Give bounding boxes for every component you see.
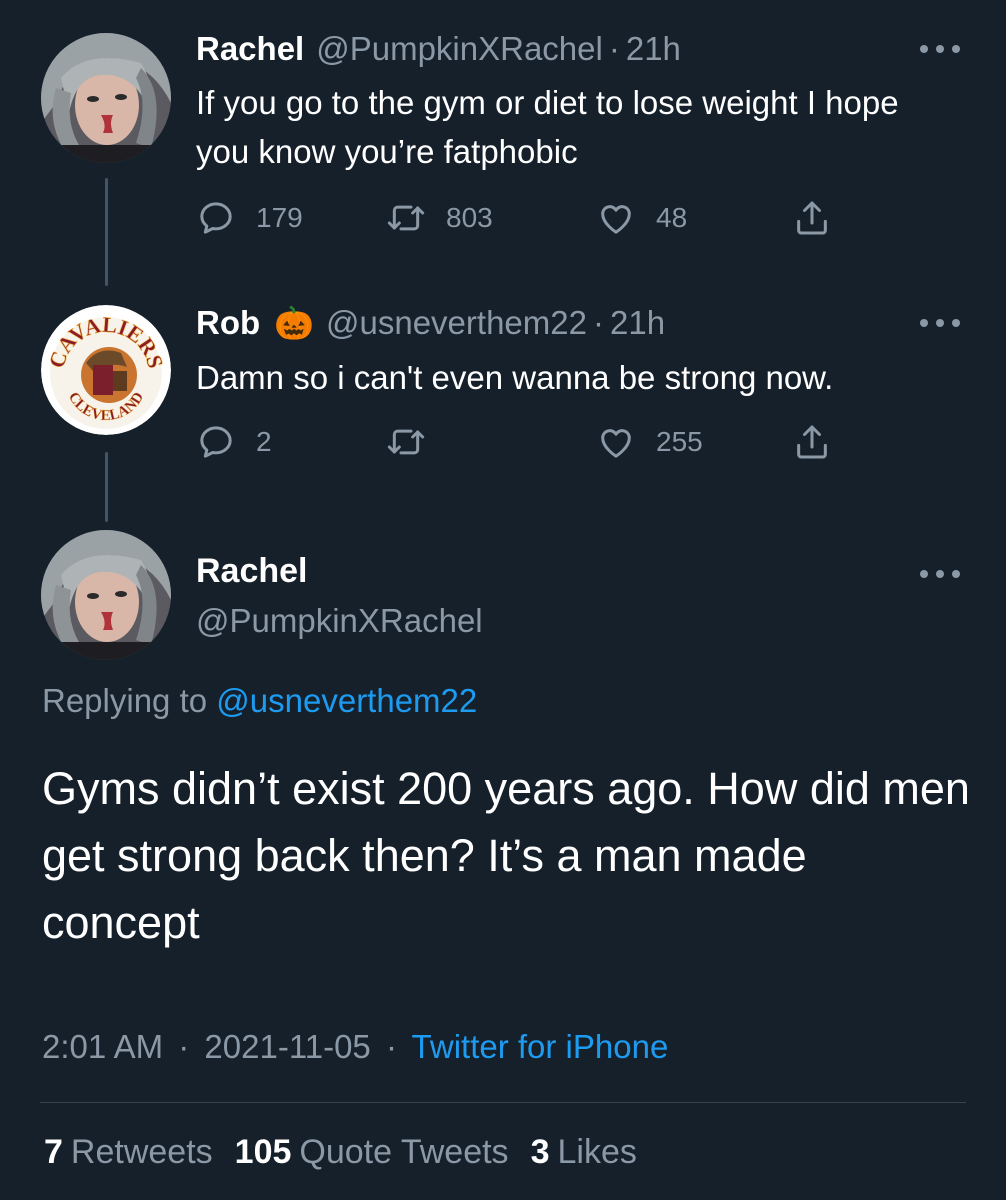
retweet-icon [387, 429, 425, 455]
likes-label: Likes [557, 1133, 637, 1171]
share-icon [797, 201, 827, 235]
tweet-text: If you go to the gym or diet to lose wei… [196, 84, 899, 170]
main-tweet-text: Gyms didn’t exist 200 years ago. How did… [42, 763, 970, 948]
retweet-button[interactable] [386, 417, 446, 467]
like-button[interactable]: 255 [596, 417, 703, 467]
reply-count: 2 [256, 426, 272, 457]
heart-icon [601, 205, 631, 234]
retweet-icon [387, 205, 425, 231]
share-button[interactable] [792, 193, 832, 243]
tweet-meta: 2:01 AM · 2021-11-05 · Twitter for iPhon… [42, 1028, 668, 1066]
reply-button[interactable]: 2 [196, 417, 272, 467]
quotes-count: 105 [234, 1133, 292, 1171]
like-count: 48 [656, 202, 688, 233]
reply-icon [200, 202, 232, 234]
reply-count: 179 [256, 202, 303, 233]
tweet-date[interactable]: 2021-11-05 [204, 1028, 370, 1065]
quotes-stat[interactable]: 105 Quote Tweets [235, 1133, 531, 1171]
separator-dot: · [385, 1028, 397, 1065]
retweets-count: 7 [44, 1133, 63, 1171]
separator-dot: · [592, 304, 604, 341]
tweet-header: Rob 🎃 @usneverthem22 · 21h [196, 304, 665, 342]
tweet-actions: 179 803 48 [196, 193, 856, 243]
avatar[interactable] [41, 530, 171, 660]
replying-prefix: Replying to [42, 682, 208, 719]
retweets-stat[interactable]: 7 Retweets [44, 1133, 235, 1171]
retweet-button[interactable]: 803 [386, 193, 493, 243]
heart-icon [601, 429, 631, 458]
display-name[interactable]: Rachel [196, 30, 304, 68]
separator-dot: · [178, 1028, 190, 1065]
share-icon [797, 425, 827, 459]
pumpkin-emoji: 🎃 [274, 304, 314, 342]
retweet-count: 803 [446, 202, 493, 233]
tweet-source-link[interactable]: Twitter for iPhone [412, 1028, 669, 1065]
separator-dot: · [608, 30, 620, 67]
thread-line-1 [105, 178, 108, 286]
display-name[interactable]: Rachel [196, 552, 308, 591]
likes-count: 3 [530, 1133, 550, 1171]
display-name[interactable]: Rob [196, 304, 260, 342]
tweet-text: Damn so i can't even wanna be strong now… [196, 359, 834, 396]
like-button[interactable]: 48 [596, 193, 687, 243]
tweet-time[interactable]: 21h [610, 304, 665, 342]
share-button[interactable] [792, 417, 832, 467]
replying-to: Replying to @usneverthem22 [42, 682, 477, 720]
tweet-time[interactable]: 2:01 AM [42, 1028, 163, 1065]
like-count: 255 [656, 426, 703, 457]
reply-icon [200, 426, 232, 458]
engagement-stats: 7 Retweets 105 Quote Tweets 3 Likes [44, 1133, 659, 1172]
reply-button[interactable]: 179 [196, 193, 303, 243]
avatar[interactable] [41, 33, 171, 163]
likes-stat[interactable]: 3 Likes [531, 1133, 659, 1171]
more-options-icon[interactable] [920, 316, 960, 330]
user-handle[interactable]: @PumpkinXRachel [316, 30, 603, 68]
more-options-icon[interactable] [920, 567, 960, 581]
thread-line-2 [105, 452, 108, 522]
tweet-time[interactable]: 21h [626, 30, 681, 68]
user-handle[interactable]: @usneverthem22 [326, 304, 587, 342]
avatar[interactable]: CAVALIERS CLEVELAND [41, 305, 171, 435]
user-handle[interactable]: @PumpkinXRachel [196, 602, 483, 640]
retweets-label: Retweets [70, 1133, 213, 1171]
tweet-actions: 2 255 [196, 417, 856, 467]
more-options-icon[interactable] [920, 42, 960, 56]
divider [40, 1102, 966, 1103]
tweet-header: Rachel @PumpkinXRachel · 21h [196, 30, 681, 68]
replying-to-link[interactable]: @usneverthem22 [216, 682, 477, 719]
quotes-label: Quote Tweets [299, 1133, 509, 1171]
